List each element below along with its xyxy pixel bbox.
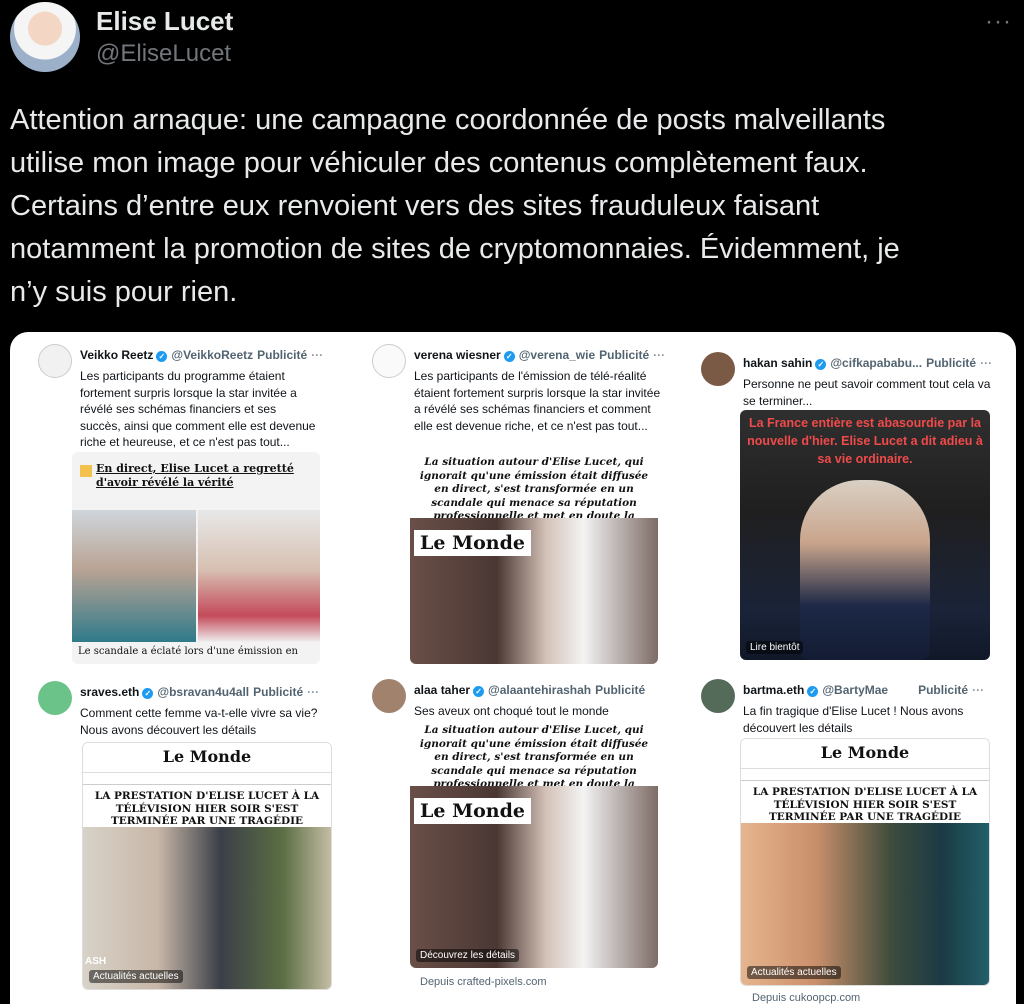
ad-headline: LA PRESTATION D'ELISE LUCET À LA TÉLÉVIS…	[741, 781, 989, 829]
sponsored-label: Publicité	[926, 356, 977, 370]
ad-author-name: sraves.eth	[80, 685, 140, 699]
channel-tag: ASH	[85, 956, 107, 967]
tweet-header: Elise Lucet @EliseLucet ···	[10, 2, 1014, 74]
more-icon: ···	[972, 683, 985, 697]
ad-author-name: alaa taher	[414, 683, 471, 697]
ad-card-header: Veikko Reetz ✓ @VeikkoReetz Publicité ···	[38, 344, 360, 378]
ad-card-header: verena wiesner ✓ @verena_wie Publicité ···	[372, 344, 694, 378]
ad-image: La France entière est abasourdie par la …	[740, 410, 990, 660]
ad-image: La situation autour d'Elise Lucet, qui i…	[410, 720, 658, 968]
more-icon: ···	[980, 356, 993, 370]
ad-card: sraves.eth ✓ @bsravan4u4all Publicité ··· Co…	[38, 681, 360, 738]
ad-card-header: bartma.eth ✓ @BartyMae Publicité ···	[701, 679, 1016, 713]
ad-image: En direct, Elise Lucet a regretté d'avoi…	[72, 452, 320, 664]
verified-icon: ✓	[156, 351, 168, 362]
ad-author-handle: @BartyMae	[822, 683, 889, 697]
ad-text: Les participants du programme étaient fo…	[80, 369, 316, 449]
news-header: Le Monde	[83, 743, 331, 785]
tweet-media-image[interactable]: Veikko Reetz ✓ @VeikkoReetz Publicité ··· Le…	[10, 332, 1016, 1004]
ad-text: Comment cette femme va-t-elle vivre sa v…	[80, 706, 318, 737]
ad-author-handle: @VeikkoReetz	[171, 348, 254, 362]
ad-text: Les participants de l'émission de télé-r…	[414, 369, 661, 433]
ad-headline: En direct, Elise Lucet a regretté d'avoi…	[96, 462, 294, 489]
photo	[198, 510, 320, 642]
news-nav	[741, 768, 989, 780]
tweet-line: utilise mon image pour véhiculer des con…	[10, 147, 868, 179]
verified-icon: ✓	[473, 686, 485, 697]
verified-icon: ✓	[503, 351, 515, 362]
avatar[interactable]	[10, 2, 80, 72]
sponsored-label: Publicité	[595, 683, 646, 697]
verified-icon: ✓	[142, 688, 154, 699]
ad-text: Personne ne peut savoir comment tout cel…	[743, 377, 991, 408]
avatar	[38, 344, 72, 378]
le-monde-logo: Le Monde	[820, 743, 910, 762]
le-monde-logo: Le Monde	[414, 798, 531, 824]
tweet-line: Certains d’entre eux renvoient vers des …	[10, 190, 820, 222]
photo	[741, 823, 989, 985]
ad-author-handle: @verena_wie	[518, 348, 596, 362]
ad-author-name: verena wiesner	[414, 348, 501, 362]
ad-card: Veikko Reetz ✓ @VeikkoReetz Publicité ··· Le…	[38, 344, 360, 451]
ad-card-header: sraves.eth ✓ @bsravan4u4all Publicité ···	[38, 681, 360, 715]
verified-icon: ✓	[815, 359, 827, 370]
sponsored-label: Publicité	[918, 683, 969, 697]
ad-caption: Lire bientôt	[746, 641, 804, 654]
ad-source[interactable]: Depuis cukoopcp.com	[752, 992, 860, 1004]
ad-text: Ses aveux ont choqué tout le monde	[414, 704, 609, 718]
ad-caption: Découvrez les détails	[416, 949, 520, 962]
tweet-line: n’y suis pour rien.	[10, 276, 238, 308]
photo	[800, 480, 930, 660]
author-name[interactable]: Elise Lucet	[96, 6, 233, 37]
avatar	[38, 681, 72, 715]
ad-image: La situation autour d'Elise Lucet, qui i…	[410, 452, 658, 664]
tweet-line: notamment la promotion de sites de crypt…	[10, 233, 900, 265]
ad-author-handle: @bsravan4u4all	[157, 685, 250, 699]
ad-author-name: hakan sahin	[743, 356, 813, 370]
sponsored-label: Publicité	[257, 348, 308, 362]
more-options-icon[interactable]: ···	[985, 8, 1012, 36]
ad-caption: Actualités actuelles	[747, 966, 841, 979]
ad-image: Le Monde LA PRESTATION D'ELISE LUCET À L…	[82, 742, 332, 990]
ad-card: verena wiesner ✓ @verena_wie Publicité ··· L…	[372, 344, 694, 434]
avatar	[372, 344, 406, 378]
avatar	[372, 679, 406, 713]
ad-author-name: Veikko Reetz	[80, 348, 154, 362]
ad-card-header: alaa taher ✓ @alaantehirashah Publicité	[372, 679, 694, 713]
author-handle[interactable]: @EliseLucet	[96, 40, 231, 68]
le-monde-logo: Le Monde	[414, 530, 531, 556]
ad-text: La fin tragique d'Elise Lucet ! Nous avo…	[743, 704, 964, 735]
avatar	[701, 679, 735, 713]
ad-author-handle: @alaantehirashah	[488, 683, 592, 697]
news-header: Le Monde	[741, 739, 989, 781]
ad-source[interactable]: Depuis crafted-pixels.com	[420, 976, 547, 988]
ad-caption: Actualités actuelles	[89, 970, 183, 983]
ad-author-handle: @cifkapababu...	[830, 356, 923, 370]
sponsored-label: Publicité	[599, 348, 650, 362]
ad-footer: Le scandale a éclaté lors d'une émission…	[78, 646, 298, 657]
ad-overlay-text: La France entière est abasourdie par la …	[747, 416, 983, 466]
ad-card-header: hakan sahin ✓ @cifkapababu... Publicité ···	[701, 352, 1016, 386]
ad-image: Le Monde LA PRESTATION D'ELISE LUCET À L…	[740, 738, 990, 986]
ad-author-name: bartma.eth	[743, 683, 805, 697]
avatar	[701, 352, 735, 386]
more-icon: ···	[311, 348, 324, 362]
photo	[72, 510, 196, 642]
le-monde-logo: Le Monde	[162, 747, 252, 766]
photo: Le Monde	[410, 786, 658, 968]
sponsored-label: Publicité	[253, 685, 304, 699]
tweet-line: Attention arnaque: une campagne coordonn…	[10, 104, 886, 136]
more-icon: ···	[653, 348, 666, 362]
photo: Le Monde	[410, 518, 658, 664]
ad-headline: LA PRESTATION D'ELISE LUCET À LA TÉLÉVIS…	[83, 785, 331, 833]
more-icon: ···	[307, 685, 320, 699]
ad-card: hakan sahin ✓ @cifkapababu... Publicité ··· …	[701, 352, 1016, 409]
photo: ASH	[83, 827, 331, 989]
news-nav	[83, 772, 331, 784]
article-icon	[80, 465, 92, 477]
ad-card: alaa taher ✓ @alaantehirashah Publicité Ses…	[372, 679, 694, 720]
tweet-text: Attention arnaque: une campagne coordonn…	[10, 99, 1010, 314]
ad-card: bartma.eth ✓ @BartyMae Publicité ··· La fin …	[701, 679, 1016, 736]
verified-icon: ✓	[807, 686, 819, 697]
